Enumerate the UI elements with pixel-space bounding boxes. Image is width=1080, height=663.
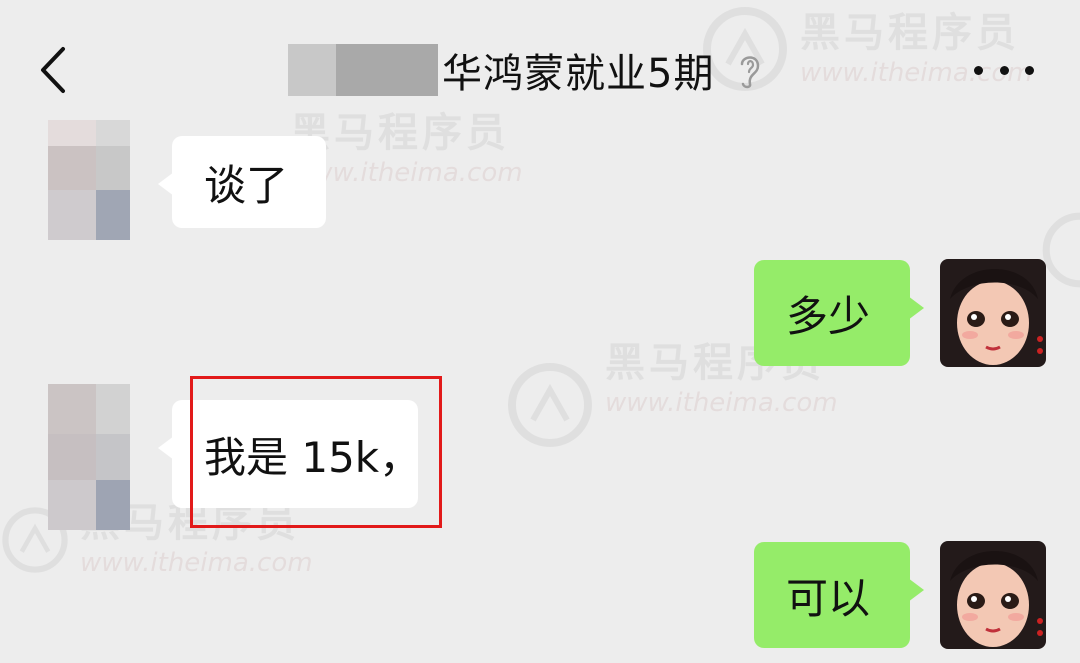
message-text: 谈了 xyxy=(204,160,289,210)
sender-avatar[interactable] xyxy=(48,384,130,530)
my-avatar[interactable] xyxy=(940,541,1046,649)
avatar-portrait-icon xyxy=(940,259,1046,367)
message-bubble-outgoing[interactable]: 多少 xyxy=(754,260,924,366)
chat-title-text: 华鸿蒙就业5期 xyxy=(442,51,715,97)
watermark xyxy=(1040,210,1080,294)
highlight-annotation xyxy=(190,376,442,528)
chevron-left-icon xyxy=(41,47,65,93)
my-avatar[interactable] xyxy=(940,259,1046,367)
message-text: 可以 xyxy=(786,573,871,623)
chat-header: 华鸿蒙就业5期 xyxy=(0,0,1080,120)
avatar-portrait-icon xyxy=(940,541,1046,649)
chat-title: 华鸿蒙就业5期 xyxy=(288,44,715,97)
watermark-logo-icon xyxy=(1042,212,1080,288)
earpiece-mode-icon xyxy=(740,56,760,89)
redacted-title-prefix xyxy=(288,44,438,96)
back-button[interactable] xyxy=(30,42,76,98)
watermark-logo-icon xyxy=(508,363,592,447)
watermark-url: www.itheima.com xyxy=(605,388,838,418)
watermark-url: www.itheima.com xyxy=(80,548,313,578)
sender-avatar[interactable] xyxy=(48,120,130,240)
message-bubble-outgoing[interactable]: 可以 xyxy=(754,542,924,648)
message-bubble-incoming[interactable]: 谈了 xyxy=(158,136,326,228)
more-options-button[interactable] xyxy=(974,52,1034,88)
message-text: 多少 xyxy=(786,291,871,341)
more-dots-icon xyxy=(974,65,983,75)
